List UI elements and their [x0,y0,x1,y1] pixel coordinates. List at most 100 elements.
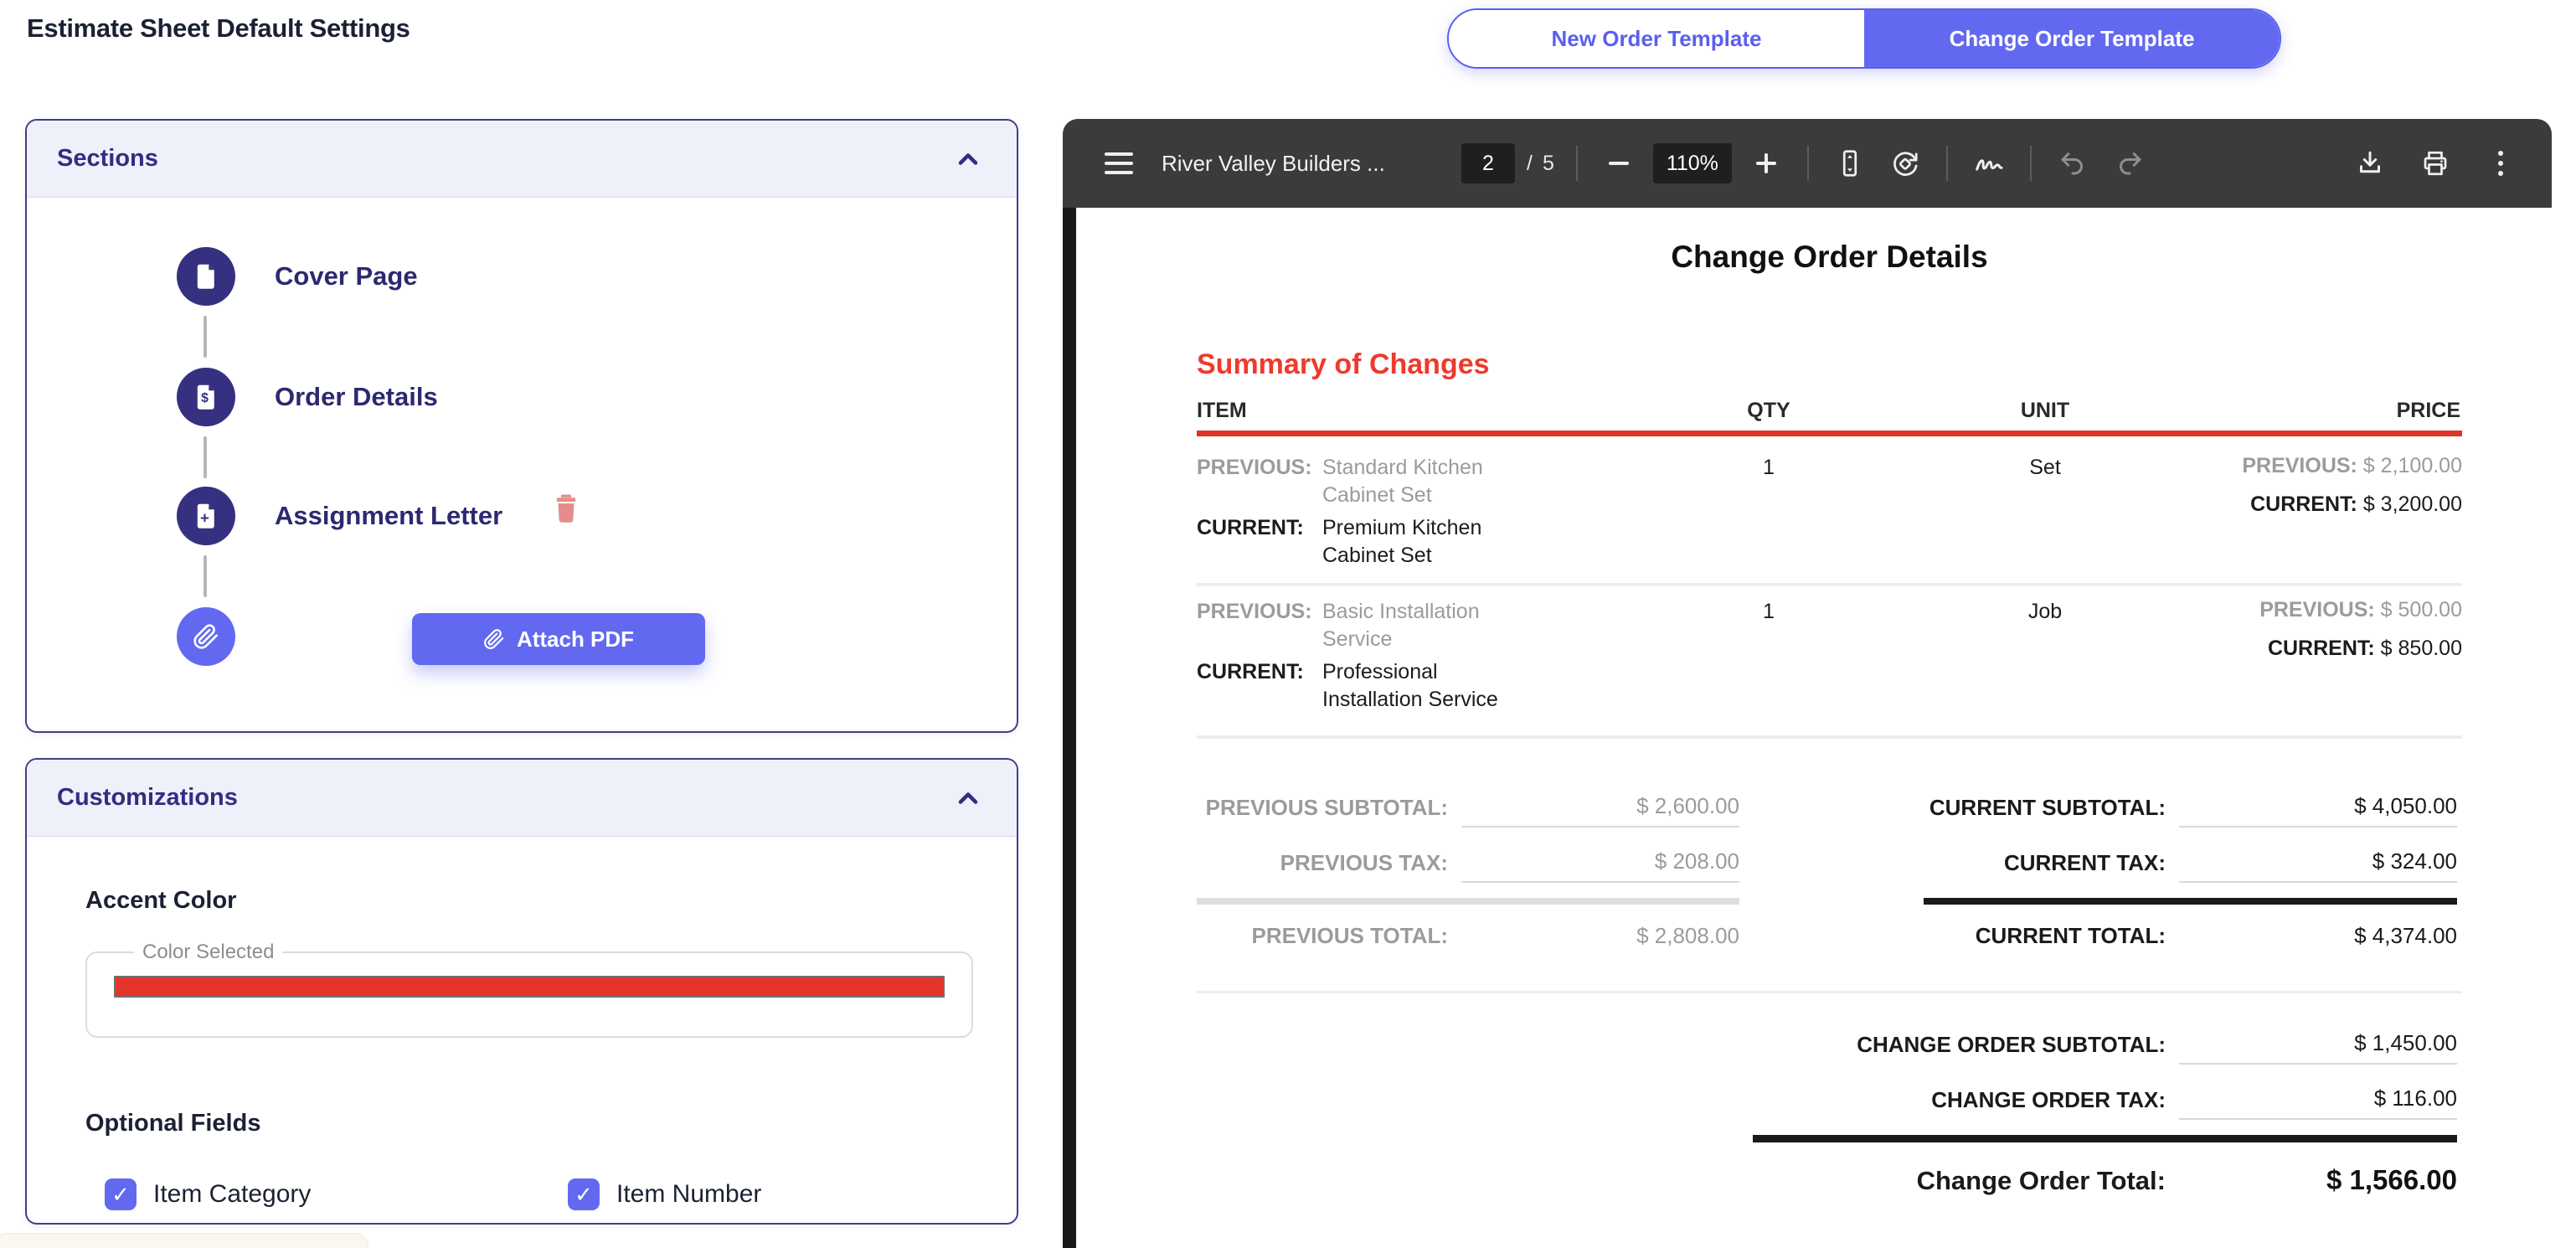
checkbox-check-icon: ✓ [111,1182,130,1208]
unit-cell: Job [1961,600,2129,624]
current-totals-column: CURRENT SUBTOTAL:$ 4,050.00 CURRENT TAX:… [1924,787,2457,949]
page-total: 5 [1543,152,1554,176]
total-value: $ 208.00 [1461,848,1739,883]
optional-fields-heading: Optional Fields [85,1110,260,1137]
color-selected-legend: Color Selected [134,941,282,964]
item-category-checkbox[interactable]: ✓ [105,1178,137,1210]
tab-new-order-template[interactable]: New Order Template [1449,10,1864,67]
previous-label: PREVIOUS: [2242,454,2357,477]
more-options-button[interactable] [2481,144,2520,183]
sidebar-menu-button[interactable] [1100,144,1138,183]
total-label: PREVIOUS SUBTOTAL: [1197,795,1461,828]
item-number-label: Item Number [616,1180,761,1209]
totals-rule [1924,898,2457,905]
connector-line [204,436,207,478]
customizations-collapse-button[interactable] [950,780,987,817]
total-value: $ 4,374.00 [2179,923,2457,949]
total-value: $ 4,050.00 [2179,793,2457,828]
accent-color-heading: Accent Color [85,887,236,915]
grand-total-label: Change Order Total: [1753,1166,2179,1196]
section-item-order-details: Order Details [275,368,438,426]
sections-card-header: Sections [27,121,1017,198]
document-plus-icon: + [177,487,235,545]
previous-label: PREVIOUS: [1197,598,1322,653]
optional-field-item: ✓ Item Category [105,1178,311,1210]
chevron-up-icon [953,144,983,174]
sections-card-title: Sections [57,145,158,173]
delete-assignment-letter-button[interactable] [544,487,588,530]
attach-pdf-label: Attach PDF [517,627,634,652]
col-header-item: ITEM [1197,399,1247,423]
customizations-card: Customizations Accent Color Color Select… [25,758,1018,1225]
paperclip-icon [177,607,235,666]
toolbar-divider [1576,146,1578,181]
current-item: Premium Kitchen Cabinet Set [1322,514,1536,570]
previous-price: $ 2,100.00 [2363,454,2462,477]
chevron-up-icon [953,783,983,813]
current-label: CURRENT: [1197,658,1322,714]
total-label: CHANGE ORDER TAX: [1753,1087,2179,1120]
svg-text:+: + [200,508,209,526]
item-category-label: Item Category [153,1180,311,1209]
price-cell: PREVIOUS: $ 500.00 CURRENT: $ 850.00 [2259,596,2462,663]
total-value: $ 2,600.00 [1461,793,1739,828]
unit-cell: Set [1961,456,2129,480]
current-price: $ 3,200.00 [2363,492,2462,516]
grand-total-value: $ 1,566.00 [2179,1164,2457,1196]
print-icon [2420,148,2450,178]
partial-toast [0,1233,368,1248]
accent-color-swatch[interactable] [114,976,945,998]
current-label: CURRENT: [2268,637,2375,660]
rotate-button[interactable] [1886,144,1924,183]
trash-icon [549,490,584,527]
total-value: $ 116.00 [2179,1086,2457,1120]
undo-button[interactable] [2053,144,2092,183]
template-toggle: New Order Template Change Order Template [1447,8,2281,69]
section-item-assignment-letter: Assignment Letter [275,487,502,545]
current-label: CURRENT: [1197,514,1322,570]
col-header-unit: UNIT [1961,399,2129,423]
page-number-input[interactable]: 2 [1461,143,1515,183]
connector-line [204,316,207,358]
pdf-toolbar: River Valley Builders ... 2 / 5 110% [1063,119,2552,208]
page-title: Estimate Sheet Default Settings [27,13,410,44]
paperclip-icon [483,628,505,650]
previous-item: Standard Kitchen Cabinet Set [1322,454,1536,509]
pdf-page: Change Order Details Summary of Changes … [1076,208,2576,1248]
rotate-icon [1890,148,1920,178]
document-icon [177,247,235,306]
table-header-rule [1197,431,2462,436]
pdf-viewer-bezel [1063,208,1076,1248]
page-separator: / [1527,152,1533,176]
redo-button[interactable] [2110,144,2149,183]
toolbar-divider [1946,146,1948,181]
sections-collapse-button[interactable] [950,141,987,178]
print-button[interactable] [2416,144,2455,183]
total-label: CURRENT TAX: [1924,850,2179,883]
qty-cell: 1 [1727,456,1811,480]
minus-icon [1609,162,1629,165]
toolbar-divider [2030,146,2032,181]
annotate-icon [1973,147,2005,179]
current-price: $ 850.00 [2381,637,2462,660]
page-fit-icon [1835,148,1865,178]
attach-pdf-button[interactable]: Attach PDF [412,613,705,665]
fit-to-page-button[interactable] [1831,144,1869,183]
item-number-checkbox[interactable]: ✓ [568,1178,600,1210]
col-header-price: PRICE [2397,399,2460,423]
document-dollar-icon: $ [177,368,235,426]
zoom-out-button[interactable] [1600,144,1638,183]
checkbox-check-icon: ✓ [574,1182,593,1208]
tab-change-order-template[interactable]: Change Order Template [1864,10,2280,67]
total-value: $ 324.00 [2179,848,2457,883]
redo-icon [2115,148,2145,178]
table-row: PREVIOUS: Standard Kitchen Cabinet Set CU… [1197,446,2462,586]
total-label: PREVIOUS TAX: [1197,850,1461,883]
zoom-in-button[interactable] [1747,144,1785,183]
grand-total-rule [1753,1135,2457,1142]
current-item: Professional Installation Service [1322,658,1536,714]
annotate-button[interactable] [1970,144,2008,183]
download-button[interactable] [2351,144,2389,183]
doc-section-heading: Summary of Changes [1197,348,1490,381]
previous-label: PREVIOUS: [2259,598,2375,621]
